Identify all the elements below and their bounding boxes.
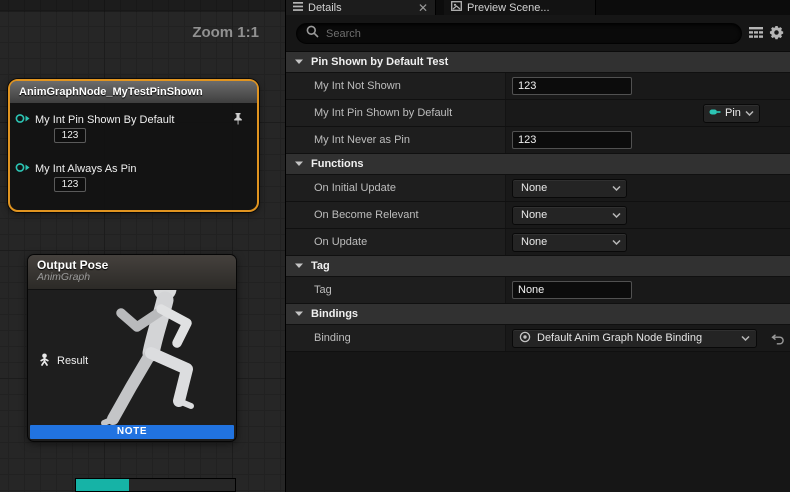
section-header-pin-shown-by-default-test[interactable]: Pin Shown by Default Test <box>286 52 790 73</box>
property-row: On Update None <box>286 229 790 256</box>
panel-tab-bar: Details ✕ Preview Scene... <box>286 0 790 15</box>
animgraph-test-node[interactable]: AnimGraphNode_MyTestPinShown My Int Pin … <box>8 79 259 212</box>
property-row: My Int Not Shown <box>286 73 790 100</box>
property-row: My Int Pin Shown by Default Pin <box>286 100 790 127</box>
tab-label: Preview Scene... <box>467 2 550 14</box>
settings-gear-icon[interactable] <box>769 25 784 45</box>
int-value-input[interactable] <box>512 131 632 149</box>
property-row: On Initial Update None <box>286 175 790 202</box>
property-label: My Int Not Shown <box>286 73 506 99</box>
dropdown-value: Default Anim Graph Node Binding <box>537 332 735 344</box>
property-row: Binding Default Anim Graph Node Binding <box>286 325 790 352</box>
node-title: Output Pose <box>37 258 236 272</box>
property-label: Binding <box>286 325 506 351</box>
pin-label: My Int Always As Pin <box>35 163 136 175</box>
dropdown-value: None <box>521 182 547 194</box>
section-title: Functions <box>311 158 364 170</box>
function-dropdown[interactable]: None <box>512 206 627 225</box>
output-pose-node[interactable]: Output Pose AnimGraph <box>27 254 237 442</box>
mannequin-thumbnail <box>86 273 236 438</box>
pin-row: My Int Always As Pin <box>15 160 136 178</box>
pin-icon <box>709 107 721 119</box>
dropdown-value: None <box>521 209 547 221</box>
search-icon <box>306 25 319 43</box>
binding-icon <box>519 331 531 346</box>
binding-dropdown[interactable]: Default Anim Graph Node Binding <box>512 329 757 348</box>
result-pin-label: Result <box>57 355 88 367</box>
property-row: Tag <box>286 277 790 304</box>
property-list: Pin Shown by Default Test My Int Not Sho… <box>286 52 790 352</box>
pin-row: My Int Pin Shown By Default <box>15 111 174 129</box>
tag-input[interactable] <box>512 281 632 299</box>
details-tab-icon <box>293 2 303 14</box>
property-label: My Int Never as Pin <box>286 127 506 153</box>
search-input[interactable] <box>326 28 732 40</box>
reset-to-default-icon[interactable] <box>771 332 784 350</box>
node-title[interactable]: AnimGraphNode_MyTestPinShown <box>10 81 257 103</box>
chevron-down-icon <box>612 186 621 191</box>
zoom-level-label: Zoom 1:1 <box>192 24 259 41</box>
chevron-down-icon <box>745 111 754 116</box>
section-title: Bindings <box>311 308 358 320</box>
section-title: Tag <box>311 260 330 272</box>
close-icon[interactable]: ✕ <box>418 3 428 13</box>
pushpin-icon[interactable] <box>232 112 244 130</box>
chevron-down-icon <box>294 59 304 65</box>
dropdown-value: Pin <box>725 107 741 119</box>
chevron-down-icon <box>612 240 621 245</box>
property-row: My Int Never as Pin <box>286 127 790 154</box>
property-label: Tag <box>286 277 506 303</box>
chevron-down-icon <box>294 311 304 317</box>
preview-scene-tab-icon <box>451 1 462 14</box>
property-label: My Int Pin Shown by Default <box>286 100 506 126</box>
details-panel: Details ✕ Preview Scene... <box>285 0 790 492</box>
node-subtitle: AnimGraph <box>37 271 236 283</box>
function-dropdown[interactable]: None <box>512 233 627 252</box>
search-box[interactable] <box>296 23 742 44</box>
section-header-bindings[interactable]: Bindings <box>286 304 790 325</box>
chevron-down-icon <box>741 336 750 341</box>
animgraph-canvas[interactable]: Zoom 1:1 AnimGraphNode_MyTestPinShown My… <box>0 0 285 492</box>
tab-label: Details <box>308 2 342 14</box>
unreal-editor-window: Zoom 1:1 AnimGraphNode_MyTestPinShown My… <box>0 0 790 492</box>
property-row: On Become Relevant None <box>286 202 790 229</box>
node-header[interactable]: Output Pose AnimGraph <box>28 255 236 290</box>
chevron-down-icon <box>612 213 621 218</box>
tab-preview-scene[interactable]: Preview Scene... <box>444 0 596 15</box>
dropdown-value: None <box>521 236 547 248</box>
property-matrix-icon[interactable] <box>749 26 763 44</box>
int-value-input[interactable] <box>512 77 632 95</box>
graph-top-shadow <box>0 0 285 12</box>
property-label: On Update <box>286 229 506 255</box>
property-label: On Become Relevant <box>286 202 506 228</box>
tab-details[interactable]: Details ✕ <box>286 0 436 15</box>
note-banner[interactable]: NOTE <box>30 425 234 439</box>
partially-visible-node[interactable] <box>75 478 236 492</box>
chevron-down-icon <box>294 263 304 269</box>
pose-pin-icon[interactable] <box>38 353 51 369</box>
pin-value-field[interactable]: 123 <box>54 177 86 192</box>
int-pin-icon[interactable] <box>15 160 31 178</box>
partial-node-header <box>76 479 129 491</box>
function-dropdown[interactable]: None <box>512 179 627 198</box>
int-pin-icon[interactable] <box>15 111 31 129</box>
details-toolbar <box>286 15 790 52</box>
chevron-down-icon <box>294 161 304 167</box>
tab-spacer <box>436 0 444 15</box>
section-title: Pin Shown by Default Test <box>311 56 448 68</box>
pin-value-field[interactable]: 123 <box>54 128 86 143</box>
section-header-tag[interactable]: Tag <box>286 256 790 277</box>
section-header-functions[interactable]: Functions <box>286 154 790 175</box>
property-label: On Initial Update <box>286 175 506 201</box>
pin-visibility-dropdown[interactable]: Pin <box>703 104 760 123</box>
pin-label: My Int Pin Shown By Default <box>35 114 174 126</box>
